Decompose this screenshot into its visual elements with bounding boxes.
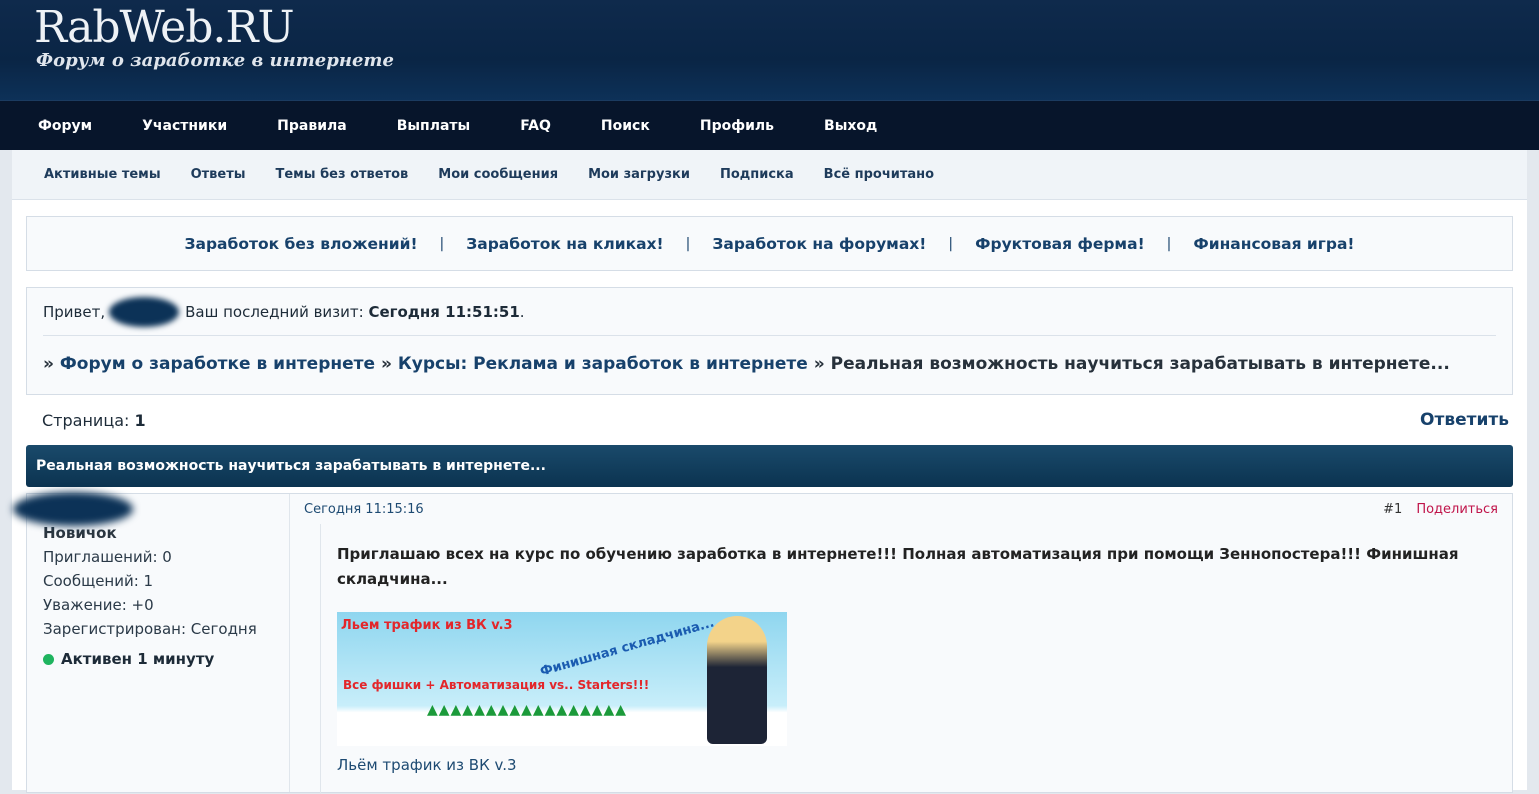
subnav-subscription[interactable]: Подписка <box>720 167 794 182</box>
site-header: RabWeb.RU Форум о заработке в интернете <box>0 0 1539 100</box>
nav-faq[interactable]: FAQ <box>520 118 551 134</box>
breadcrumb-category[interactable]: Курсы: Реклама и заработок в интернете <box>398 354 808 374</box>
author-invites: Приглашений: 0 <box>43 548 172 566</box>
last-visit-value: Сегодня 11:51:51 <box>368 302 520 321</box>
site-logo[interactable]: RabWeb.RU <box>34 2 295 53</box>
subnav-mark-read[interactable]: Всё прочитано <box>824 167 934 182</box>
subnav-unanswered[interactable]: Темы без ответов <box>276 167 409 182</box>
welcome-box: Привет, Ваш последний визит: Сегодня 11:… <box>26 287 1513 395</box>
separator: | <box>685 235 691 252</box>
post-number[interactable]: #1 <box>1383 502 1402 517</box>
last-visit-label: Ваш последний визит: <box>185 302 364 321</box>
nav-search[interactable]: Поиск <box>601 118 650 134</box>
promo-link[interactable]: Фруктовая ферма! <box>975 235 1145 253</box>
promo-link[interactable]: Заработок без вложений! <box>184 235 417 253</box>
subnav-active-topics[interactable]: Активные темы <box>44 167 161 182</box>
current-page: 1 <box>134 410 146 430</box>
main-nav: Форум Участники Правила Выплаты FAQ Поис… <box>0 100 1539 150</box>
subnav-my-uploads[interactable]: Мои загрузки <box>588 167 690 182</box>
nav-profile[interactable]: Профиль <box>700 118 774 134</box>
author-respect: Уважение: +0 <box>43 596 154 614</box>
nav-payouts[interactable]: Выплаты <box>397 118 470 134</box>
post-author: Новичок Приглашений: 0 Сообщений: 1 Уваж… <box>13 492 289 792</box>
author-activity: Активен 1 минуту <box>43 650 273 668</box>
promo-links: Заработок без вложений! | Заработок на кл… <box>26 216 1513 271</box>
author-messages: Сообщений: 1 <box>43 572 154 590</box>
nav-members[interactable]: Участники <box>142 118 227 134</box>
banner-figure <box>707 616 767 744</box>
nav-logout[interactable]: Выход <box>824 118 877 134</box>
post: Новичок Приглашений: 0 Сообщений: 1 Уваж… <box>13 492 1513 794</box>
promo-link[interactable]: Заработок на форумах! <box>712 235 926 253</box>
breadcrumb-sep: » <box>380 353 392 374</box>
breadcrumb-current: Реальная возможность научиться зарабатыв… <box>830 353 1450 374</box>
reply-button[interactable]: Ответить <box>1420 410 1509 430</box>
promo-link[interactable]: Финансовая игра! <box>1193 235 1354 253</box>
author-name-redacted[interactable] <box>13 492 133 526</box>
greeting: Привет, <box>43 302 106 321</box>
banner-text: Финишная складчина... <box>538 615 717 680</box>
breadcrumb-sep: » <box>813 353 825 374</box>
breadcrumb-sep: » <box>43 353 54 374</box>
subnav-replies[interactable]: Ответы <box>191 167 246 182</box>
activity-text: Активен 1 минуту <box>61 650 215 668</box>
post-text: Приглашаю всех на курс по обучению зараб… <box>337 545 1459 588</box>
separator: | <box>948 235 954 252</box>
sub-nav: Активные темы Ответы Темы без ответов Мо… <box>12 150 1527 200</box>
site-tagline: Форум о заработке в интернете <box>36 50 394 71</box>
period: . <box>519 302 525 321</box>
share-link[interactable]: Поделиться <box>1416 502 1498 517</box>
breadcrumb: » Форум о заработке в интернете » Курсы:… <box>43 336 1496 391</box>
post-banner-image[interactable]: Льем трафик из ВК v.3 Финишная складчина… <box>337 612 787 746</box>
pagination-bar: Страница: 1 Ответить <box>12 395 1527 445</box>
author-rank: Новичок <box>43 524 117 542</box>
post-date[interactable]: Сегодня 11:15:16 <box>304 502 424 517</box>
topic-title: Реальная возможность научиться зарабатыв… <box>26 445 1513 487</box>
nav-rules[interactable]: Правила <box>277 118 347 134</box>
promo-link[interactable]: Заработок на кликах! <box>466 235 663 253</box>
banner-text: Льем трафик из ВК v.3 <box>341 618 513 633</box>
nav-forum[interactable]: Форум <box>38 118 92 134</box>
author-registered: Зарегистрирован: Сегодня <box>43 620 257 638</box>
breadcrumb-forum[interactable]: Форум о заработке в интернете <box>60 354 375 374</box>
page-label: Страница: <box>42 410 130 430</box>
username-redacted[interactable] <box>109 296 180 327</box>
separator: | <box>439 235 445 252</box>
image-caption-link[interactable]: Льём трафик из ВК v.3 <box>337 756 1496 774</box>
separator: | <box>1166 235 1172 252</box>
banner-text: Все фишки + Автоматизация vs.. Starters!… <box>343 678 650 692</box>
subnav-my-posts[interactable]: Мои сообщения <box>438 167 558 182</box>
post-content: Приглашаю всех на курс по обучению зараб… <box>320 524 1512 794</box>
tree-decoration-icon: ▲▲▲▲▲▲▲▲▲▲▲▲▲▲▲▲▲ <box>427 702 628 718</box>
online-dot-icon <box>43 653 54 665</box>
